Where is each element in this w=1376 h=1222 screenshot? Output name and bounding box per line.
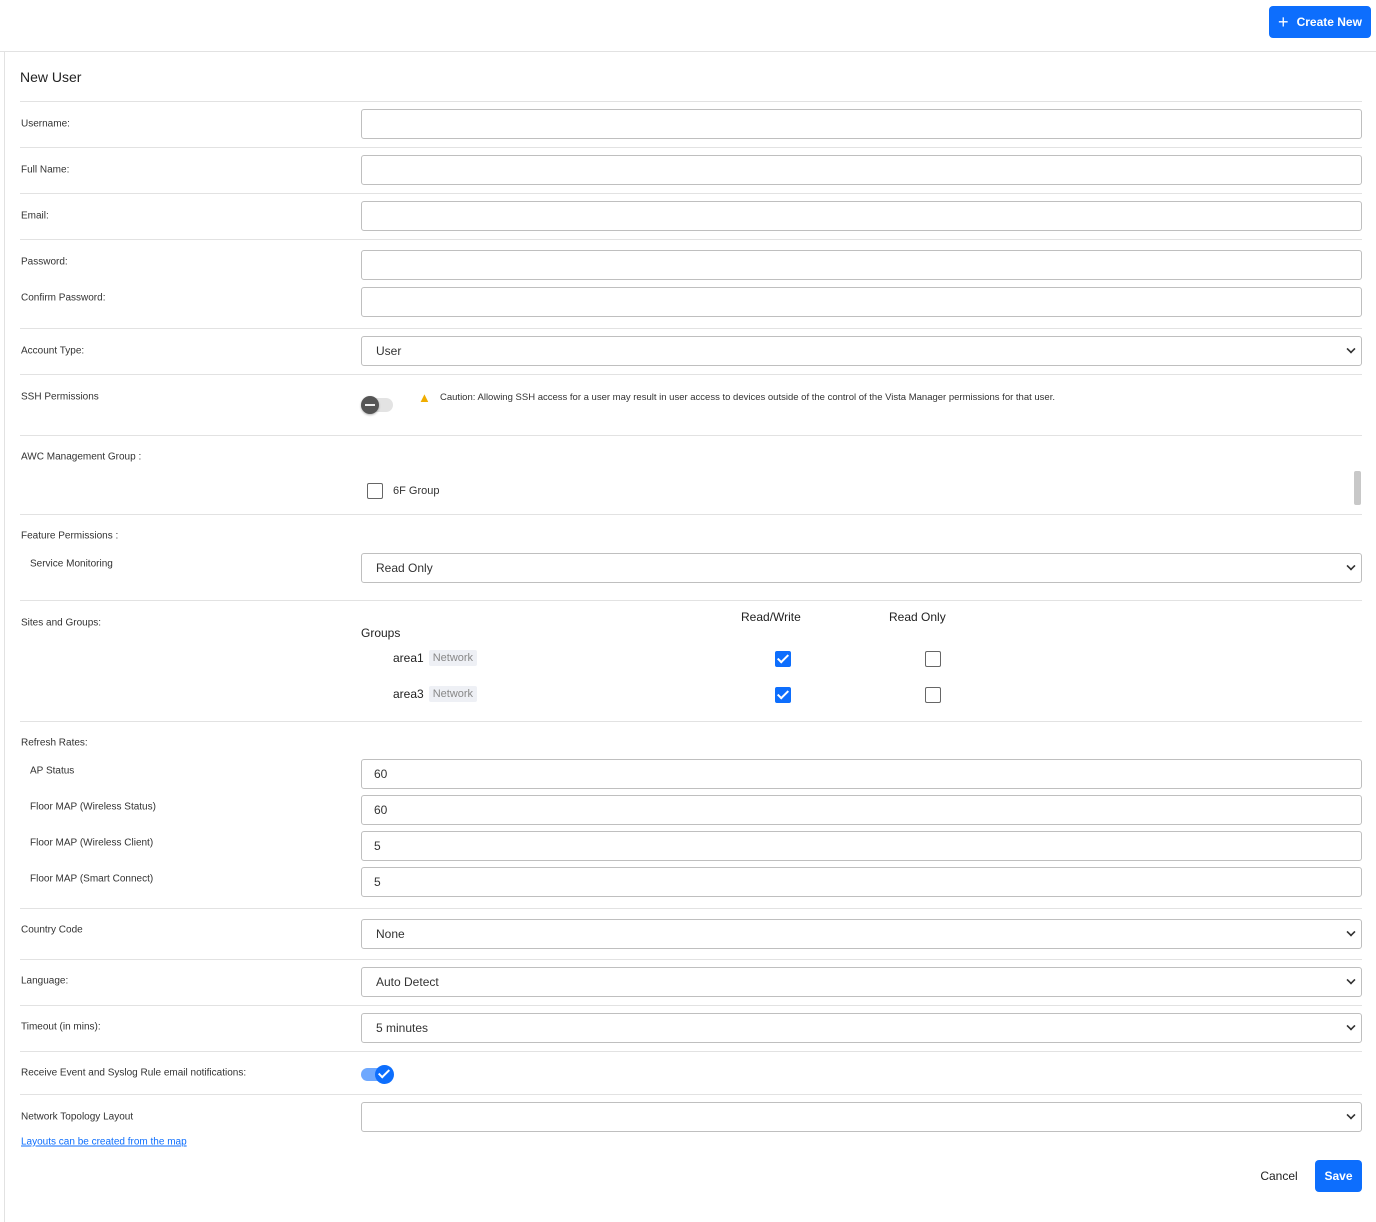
groups-header: Groups — [361, 626, 401, 640]
account-type-value: User — [376, 344, 402, 358]
refresh-label: Floor MAP (Smart Connect) — [30, 873, 154, 885]
divider — [20, 101, 1362, 102]
account-type-select[interactable]: User — [361, 336, 1362, 366]
service-monitoring-select[interactable]: Read Only — [361, 553, 1362, 583]
chevron-down-icon — [1346, 975, 1356, 985]
password-label: Password: — [21, 256, 68, 268]
divider — [4, 52, 5, 1222]
chevron-down-icon — [1346, 344, 1356, 354]
toggle-knob — [361, 396, 379, 414]
language-value: Auto Detect — [376, 975, 439, 989]
country-code-select[interactable]: None — [361, 919, 1362, 949]
plus-icon: + — [1278, 12, 1289, 32]
awc-label: AWC Management Group : — [21, 451, 142, 463]
divider — [20, 1051, 1362, 1052]
group-type-badge: Network — [428, 686, 478, 702]
service-monitoring-label: Service Monitoring — [30, 558, 113, 570]
divider — [20, 514, 1362, 515]
divider — [20, 959, 1362, 960]
divider — [20, 328, 1362, 329]
topology-label: Network Topology Layout — [21, 1111, 134, 1123]
account-type-label: Account Type: — [21, 345, 85, 357]
fullname-label: Full Name: — [21, 164, 70, 176]
password-input[interactable] — [361, 250, 1362, 280]
divider — [20, 1005, 1362, 1006]
group-name: area3 — [393, 687, 424, 701]
read-only-checkbox[interactable] — [925, 651, 941, 667]
save-button[interactable]: Save — [1315, 1160, 1362, 1192]
email-label: Email: — [21, 210, 49, 222]
timeout-label: Timeout (in mins): — [21, 1021, 101, 1033]
feature-permissions-label: Feature Permissions : — [21, 530, 119, 542]
create-new-label: Create New — [1296, 15, 1362, 29]
country-code-label: Country Code — [21, 924, 83, 936]
check-icon — [375, 1065, 394, 1084]
group-row: area1 Network — [393, 650, 478, 666]
awc-group-checkbox[interactable] — [367, 483, 383, 499]
warning-icon: ▲ — [418, 390, 431, 405]
divider — [20, 908, 1362, 909]
refresh-label: Floor MAP (Wireless Status) — [30, 801, 156, 813]
username-input[interactable] — [361, 109, 1362, 139]
timeout-select[interactable]: 5 minutes — [361, 1013, 1362, 1043]
group-name: area1 — [393, 651, 424, 665]
divider — [20, 1094, 1362, 1095]
read-write-checkbox[interactable] — [775, 651, 791, 667]
username-label: Username: — [21, 118, 70, 130]
top-bar — [0, 0, 1376, 52]
read-only-checkbox[interactable] — [925, 687, 941, 703]
divider — [20, 193, 1362, 194]
create-new-button[interactable]: + Create New — [1269, 6, 1371, 38]
refresh-label: Floor MAP (Wireless Client) — [30, 837, 154, 849]
layouts-link[interactable]: Layouts can be created from the map — [21, 1137, 187, 1148]
chevron-down-icon — [1346, 561, 1356, 571]
page-title: New User — [20, 69, 82, 85]
sites-groups-label: Sites and Groups: — [21, 617, 102, 629]
divider — [20, 721, 1362, 722]
notifications-label: Receive Event and Syslog Rule email noti… — [21, 1067, 247, 1079]
email-input[interactable] — [361, 201, 1362, 231]
divider — [20, 374, 1362, 375]
group-row: area3 Network — [393, 686, 478, 702]
refresh-label: AP Status — [30, 765, 75, 777]
group-type-badge: Network — [428, 650, 478, 666]
read-write-checkbox[interactable] — [775, 687, 791, 703]
fullname-input[interactable] — [361, 155, 1362, 185]
divider — [20, 239, 1362, 240]
topology-select[interactable] — [361, 1102, 1362, 1132]
timeout-value: 5 minutes — [376, 1021, 429, 1035]
wireless-client-input[interactable]: 5 — [361, 831, 1362, 861]
divider — [20, 147, 1362, 148]
wireless-status-input[interactable]: 60 — [361, 795, 1362, 825]
smart-connect-input[interactable]: 5 — [361, 867, 1362, 897]
cancel-button[interactable]: Cancel — [1252, 1160, 1306, 1192]
refresh-rates-label: Refresh Rates: — [21, 737, 88, 749]
notifications-toggle[interactable] — [361, 1065, 394, 1084]
chevron-down-icon — [1346, 1021, 1356, 1031]
chevron-down-icon — [1346, 1110, 1356, 1120]
chevron-down-icon — [1346, 927, 1356, 937]
read-only-header: Read Only — [889, 610, 946, 624]
language-select[interactable]: Auto Detect — [361, 967, 1362, 997]
ssh-toggle[interactable] — [361, 396, 393, 414]
ssh-label: SSH Permissions — [21, 391, 99, 403]
ssh-caution-text: Caution: Allowing SSH access for a user … — [440, 392, 1055, 403]
divider — [20, 435, 1362, 436]
ap-status-input[interactable]: 60 — [361, 759, 1362, 789]
read-write-header: Read/Write — [741, 610, 801, 624]
language-label: Language: — [21, 975, 69, 987]
confirm-password-input[interactable] — [361, 287, 1362, 317]
divider — [20, 600, 1362, 601]
country-code-value: None — [376, 927, 405, 941]
confirm-password-label: Confirm Password: — [21, 292, 106, 304]
scrollbar[interactable] — [1354, 471, 1361, 505]
service-monitoring-value: Read Only — [376, 561, 433, 575]
awc-group-name: 6F Group — [393, 485, 440, 497]
